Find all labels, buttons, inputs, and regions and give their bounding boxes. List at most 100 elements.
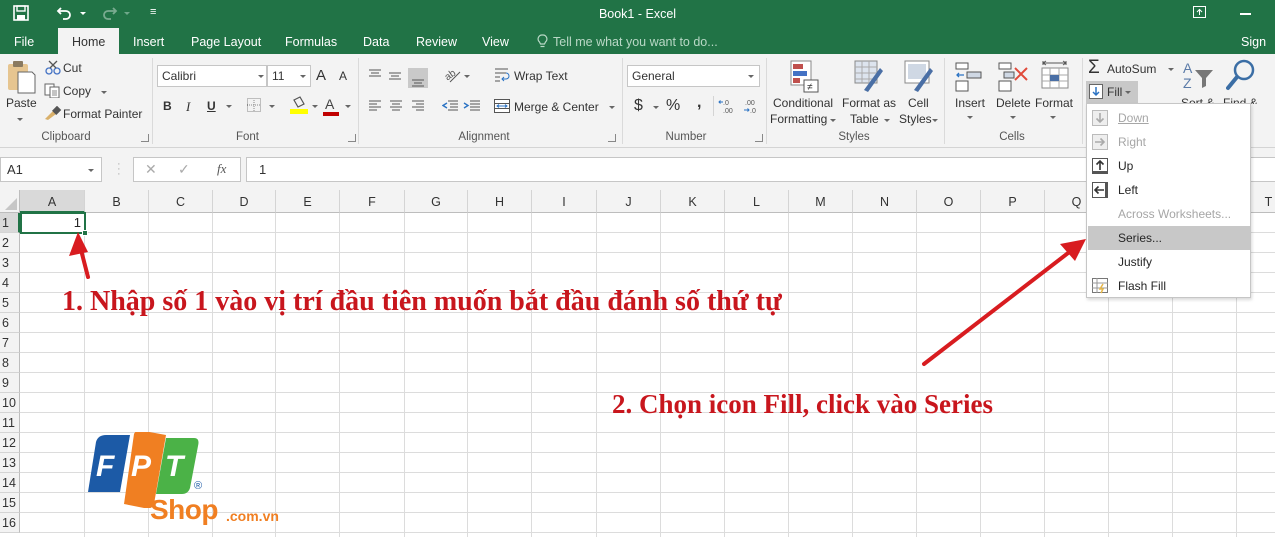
column-header-L[interactable]: L xyxy=(725,190,789,213)
tab-data[interactable]: Data xyxy=(363,28,389,54)
percent-style-button[interactable]: % xyxy=(666,97,680,115)
font-color-icon[interactable]: A xyxy=(325,96,334,112)
insert-cells-icon[interactable] xyxy=(955,62,985,92)
clipboard-launcher-icon[interactable] xyxy=(141,134,149,142)
tab-page-layout[interactable]: Page Layout xyxy=(191,28,261,54)
column-header-N[interactable]: N xyxy=(853,190,917,213)
row-header-6[interactable]: 6 xyxy=(0,313,20,333)
fill-dropdown-icon[interactable] xyxy=(1125,91,1131,94)
column-header-A[interactable]: A xyxy=(20,190,85,213)
conditional-formatting-dropdown-icon[interactable] xyxy=(830,119,836,122)
insert-cells-button[interactable]: Insert xyxy=(955,96,985,110)
delete-cells-icon[interactable] xyxy=(998,62,1030,92)
row-header-1[interactable]: 1 xyxy=(0,213,20,233)
row-header-13[interactable]: 13 xyxy=(0,453,20,473)
increase-decimal-icon[interactable]: .0 .00 xyxy=(718,98,738,114)
accounting-dropdown-icon[interactable] xyxy=(653,106,659,109)
font-launcher-icon[interactable] xyxy=(348,134,356,142)
column-header-B[interactable]: B xyxy=(85,190,149,213)
ribbon-display-options-icon[interactable] xyxy=(1193,6,1206,18)
cancel-entry-icon[interactable]: ✕ xyxy=(145,161,157,178)
insert-cells-dropdown-icon[interactable] xyxy=(967,116,973,119)
number-format-dropdown-icon[interactable] xyxy=(748,75,754,78)
tab-formulas[interactable]: Formulas xyxy=(285,28,337,54)
tell-me-search[interactable]: Tell me what you want to do... xyxy=(553,28,718,54)
minimize-icon[interactable] xyxy=(1240,13,1251,15)
column-header-J[interactable]: J xyxy=(597,190,661,213)
alignment-launcher-icon[interactable] xyxy=(608,134,616,142)
row-header-16[interactable]: 16 xyxy=(0,513,20,533)
column-header-E[interactable]: E xyxy=(276,190,340,213)
borders-icon[interactable] xyxy=(247,98,261,112)
column-header-K[interactable]: K xyxy=(661,190,725,213)
cell-styles-line1[interactable]: Cell xyxy=(908,96,929,110)
menu-item-justify[interactable]: Justify xyxy=(1088,250,1250,274)
copy-button[interactable]: Copy xyxy=(63,84,91,98)
wrap-text-button[interactable]: Wrap Text xyxy=(514,69,568,83)
fill-handle[interactable] xyxy=(82,230,88,236)
name-box-dropdown-icon[interactable] xyxy=(88,169,94,172)
merge-center-button[interactable]: Merge & Center xyxy=(514,100,599,114)
row-header-2[interactable]: 2 xyxy=(0,233,20,253)
format-painter-icon[interactable] xyxy=(44,106,62,121)
font-size-dropdown-icon[interactable] xyxy=(300,75,306,78)
indent-icons[interactable] xyxy=(442,99,482,113)
menu-item-series[interactable]: Series... xyxy=(1088,226,1250,250)
format-as-table-line2[interactable]: Table xyxy=(850,112,879,126)
autosum-button[interactable]: AutoSum xyxy=(1107,62,1156,76)
sort-filter-icon[interactable]: A Z xyxy=(1183,60,1217,90)
horizontal-align-icons[interactable] xyxy=(368,99,430,113)
copy-icon[interactable] xyxy=(44,83,60,98)
underline-button[interactable]: U xyxy=(207,99,216,113)
format-as-table-icon[interactable] xyxy=(854,60,884,94)
column-header-M[interactable]: M xyxy=(789,190,853,213)
cut-icon[interactable] xyxy=(45,60,61,75)
row-header-11[interactable]: 11 xyxy=(0,413,20,433)
conditional-formatting-icon[interactable]: ≠ xyxy=(790,60,820,94)
format-cells-icon[interactable] xyxy=(1040,60,1070,92)
accounting-format-button[interactable]: $ xyxy=(634,97,643,115)
active-cell-A1[interactable]: 1 xyxy=(20,212,86,234)
fill-color-icon[interactable] xyxy=(290,96,308,114)
bold-button[interactable]: B xyxy=(163,99,172,113)
fill-button-label[interactable]: Fill xyxy=(1107,85,1122,99)
menu-item-up[interactable]: Up xyxy=(1088,154,1250,178)
paste-label[interactable]: Paste xyxy=(6,96,37,110)
cell-styles-dropdown-icon[interactable] xyxy=(932,119,938,122)
sign-in-link[interactable]: Sign in xyxy=(1241,28,1275,77)
decrease-decimal-icon[interactable]: .00 .0 xyxy=(742,98,762,114)
tab-file[interactable]: File xyxy=(14,28,34,54)
delete-cells-dropdown-icon[interactable] xyxy=(1010,116,1016,119)
row-header-8[interactable]: 8 xyxy=(0,353,20,373)
tab-view[interactable]: View xyxy=(482,28,509,54)
merge-center-icon[interactable] xyxy=(494,99,510,113)
column-header-F[interactable]: F xyxy=(340,190,405,213)
row-header-4[interactable]: 4 xyxy=(0,273,20,293)
copy-dropdown-icon[interactable] xyxy=(101,91,107,94)
font-name-combo[interactable]: Calibri xyxy=(157,65,267,87)
row-header-5[interactable]: 5 xyxy=(0,293,20,313)
row-header-7[interactable]: 7 xyxy=(0,333,20,353)
row-header-15[interactable]: 15 xyxy=(0,493,20,513)
format-as-table-dropdown-icon[interactable] xyxy=(884,119,890,122)
format-cells-dropdown-icon[interactable] xyxy=(1050,116,1056,119)
column-header-P[interactable]: P xyxy=(981,190,1045,213)
number-format-combo[interactable]: General xyxy=(627,65,760,87)
tab-review[interactable]: Review xyxy=(416,28,457,54)
increase-font-size-button[interactable]: A xyxy=(316,67,326,84)
decrease-font-size-button[interactable]: A xyxy=(339,69,347,83)
orientation-dropdown-icon[interactable] xyxy=(464,75,470,78)
paste-dropdown-icon[interactable] xyxy=(17,118,23,121)
insert-function-icon[interactable]: fx xyxy=(217,161,226,177)
vertical-align-icons[interactable] xyxy=(368,68,428,88)
column-header-D[interactable]: D xyxy=(213,190,276,213)
format-as-table-line1[interactable]: Format as xyxy=(842,96,896,110)
row-header-9[interactable]: 9 xyxy=(0,373,20,393)
fill-color-dropdown-icon[interactable] xyxy=(312,105,318,108)
find-select-icon[interactable] xyxy=(1226,59,1256,91)
conditional-formatting-line1[interactable]: Conditional xyxy=(773,96,833,110)
font-color-dropdown-icon[interactable] xyxy=(345,105,351,108)
tab-home[interactable]: Home xyxy=(58,28,120,54)
comma-style-button[interactable]: , xyxy=(697,94,701,112)
menu-item-flash-fill[interactable]: Flash Fill xyxy=(1088,274,1250,298)
